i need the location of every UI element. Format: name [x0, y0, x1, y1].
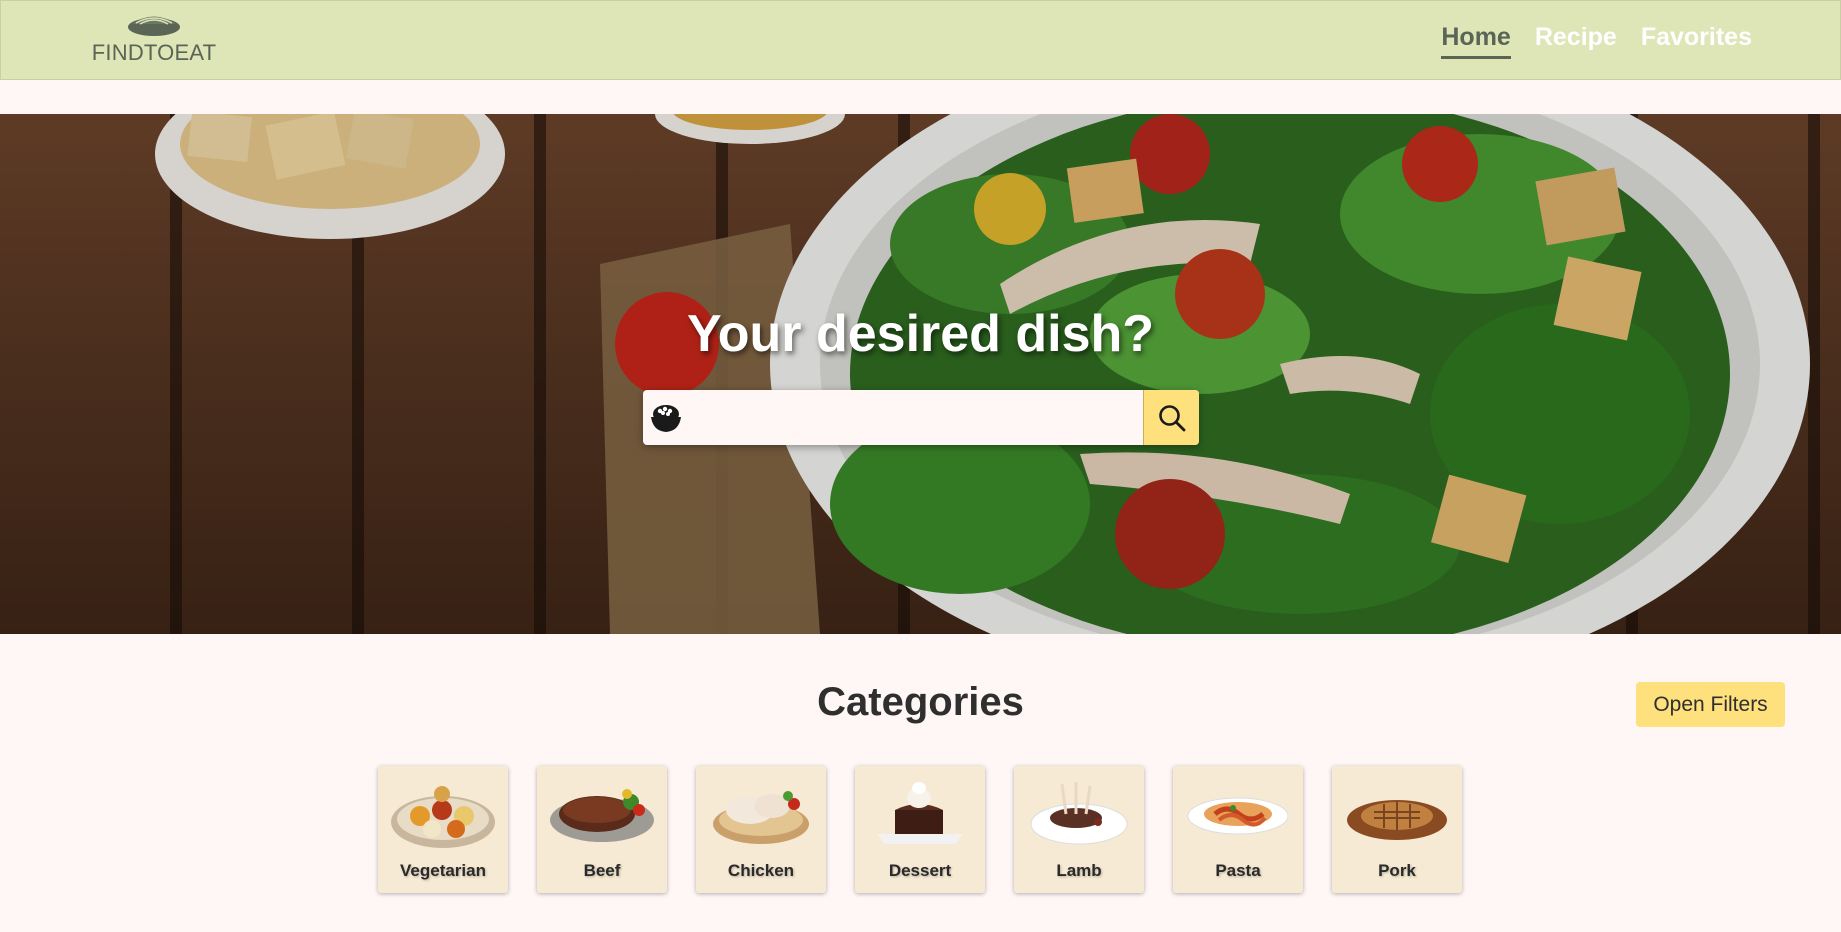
category-label: Chicken: [727, 861, 795, 880]
search-icon: [1158, 404, 1185, 431]
search-bar: [643, 390, 1199, 445]
hero-banner: Your desired dish?: [0, 114, 1841, 634]
pasta-image: [1187, 797, 1289, 835]
open-filters-button[interactable]: Open Filters: [1636, 682, 1785, 727]
beef-steak-image: [550, 789, 654, 842]
navbar: FINDTOEAT Home Recipe Favorites: [0, 0, 1841, 80]
category-card-lamb[interactable]: Lamb: [1014, 766, 1144, 893]
category-label: Pasta: [1215, 861, 1261, 880]
brand-name: FINDTOEAT: [91, 40, 217, 65]
category-label: Dessert: [888, 861, 952, 880]
nav-home[interactable]: Home: [1441, 23, 1511, 59]
category-card-pasta[interactable]: Pasta: [1173, 766, 1303, 893]
vegetarian-platter-image: [391, 786, 495, 848]
nav-favorites[interactable]: Favorites: [1641, 23, 1752, 59]
category-label: Pork: [1378, 861, 1416, 880]
category-card-pork[interactable]: Pork: [1332, 766, 1462, 893]
search-button[interactable]: [1143, 390, 1199, 445]
pork-chop-image: [1347, 800, 1447, 840]
category-card-chicken[interactable]: Chicken: [696, 766, 826, 893]
salad-background-image: [0, 114, 1841, 634]
bowl-logo-icon: [128, 16, 180, 36]
dessert-cake-image: [877, 782, 963, 844]
chicken-image: [713, 791, 809, 844]
category-card-beef[interactable]: Beef: [537, 766, 667, 893]
category-card-dessert[interactable]: Dessert: [855, 766, 985, 893]
categories-title: Categories: [817, 680, 1024, 724]
category-list: Vegetarian Beef Chicken Dessert Lamb Pas…: [378, 766, 1462, 893]
category-card-vegetarian[interactable]: Vegetarian: [378, 766, 508, 893]
nav-recipe[interactable]: Recipe: [1535, 23, 1617, 59]
brand[interactable]: FINDTOEAT: [89, 9, 219, 66]
hero-title: Your desired dish?: [686, 305, 1155, 363]
category-label: Vegetarian: [400, 861, 486, 880]
search-input[interactable]: [689, 390, 1139, 445]
category-label: Lamb: [1056, 861, 1102, 880]
rice-bowl-icon: [651, 405, 681, 432]
category-label: Beef: [583, 861, 621, 880]
lamb-chops-image: [1030, 782, 1128, 845]
main-nav: Home Recipe Favorites: [1441, 23, 1752, 59]
